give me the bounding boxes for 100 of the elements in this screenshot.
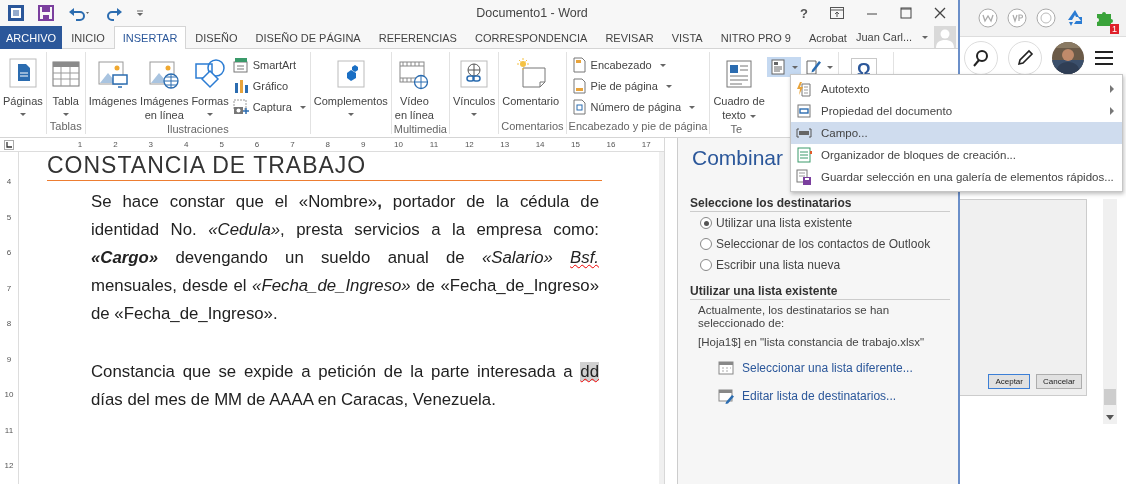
group-label: Comentarios <box>501 120 564 134</box>
video-icon <box>398 58 431 90</box>
ruler-number: 14 <box>534 140 546 149</box>
maximize-icon[interactable] <box>900 7 912 19</box>
ribbon-button[interactable]: SmartArt <box>230 56 308 74</box>
dialog-button[interactable]: Aceptar <box>988 374 1030 389</box>
ribbon-tab[interactable]: DISEÑO DE PÁGINA <box>246 26 370 49</box>
ribbon-button[interactable]: Imágenes en línea <box>139 55 190 123</box>
field-document-icon <box>796 103 812 119</box>
link[interactable]: Editar lista de destinatarios... <box>742 389 897 403</box>
document-paragraph: Constancia que se expide a petición de la parte interesada a dd días del mes de MM de AAAA en Caracas, Venezuela. <box>91 361 599 411</box>
group-label: Multimedia <box>393 123 447 135</box>
ribbon-tab[interactable]: REFERENCIAS <box>369 26 466 49</box>
scrollbar-thumb[interactable] <box>1104 389 1116 405</box>
field-icon <box>796 125 812 141</box>
ruler-number: 7 <box>5 282 13 295</box>
document-heading: CONSTANCIA DE TRABAJO <box>47 153 602 181</box>
footer-icon <box>570 78 587 94</box>
page-icon <box>6 58 39 90</box>
ruler-number: 9 <box>5 353 13 366</box>
ribbon-button[interactable]: Gráfico <box>230 77 308 95</box>
ruler-number: 11 <box>3 424 15 437</box>
group-label: Encabezado y pie de página <box>568 120 708 134</box>
pencil-icon <box>1016 49 1034 67</box>
ribbon-button[interactable]: Cuadro de texto <box>712 55 766 123</box>
account-name[interactable]: Juan Carl... <box>855 31 913 43</box>
ruler-number: 12 <box>3 460 15 473</box>
ruler-number: 8 <box>5 318 13 331</box>
ribbon-button[interactable]: Páginas <box>2 55 44 117</box>
customize-icon[interactable] <box>136 9 144 17</box>
menu-item[interactable]: Organizador de bloques de creación... <box>791 144 1122 166</box>
menu-item[interactable]: Guardar selección en una galería de elementos rápidos... <box>791 166 1122 188</box>
close-icon[interactable] <box>934 7 946 19</box>
ruler-number: 6 <box>253 140 261 149</box>
undo-icon[interactable] <box>68 5 92 21</box>
ruler-number: 1 <box>76 140 84 149</box>
radio-button[interactable] <box>700 217 712 229</box>
ruler-number: 8 <box>324 140 331 149</box>
edit-button[interactable] <box>1008 41 1042 75</box>
list-edit-icon[interactable] <box>718 388 734 404</box>
pane-title: Combinar <box>692 146 785 170</box>
radio-label[interactable]: Seleccionar de los contactos de Outlook <box>716 237 931 251</box>
file-tab[interactable]: ARCHIVO <box>0 26 63 49</box>
radio-label[interactable]: Escribir una lista nueva <box>716 258 841 272</box>
note-icon <box>514 58 547 90</box>
radio-button[interactable] <box>700 259 712 271</box>
caret-icon <box>922 35 929 39</box>
header-icon <box>570 57 587 73</box>
ribbon-tab[interactable]: Acrobat <box>800 26 856 49</box>
ribbon-button[interactable]: Captura <box>230 98 308 116</box>
tab-stop-icon[interactable] <box>4 139 15 150</box>
word-logo-icon[interactable] <box>8 5 24 21</box>
menu-icon[interactable] <box>1094 50 1114 66</box>
picture-icon <box>96 58 129 90</box>
calendar-grid-icon[interactable] <box>718 360 734 376</box>
ribbon-tab[interactable]: VISTA <box>662 26 712 49</box>
source-text: [Hoja1$] en "lista constancia de trabajo.xlsx" <box>698 336 926 348</box>
ribbon-button[interactable]: Imágenes <box>87 55 139 109</box>
ribbon-display-icon[interactable] <box>830 7 844 19</box>
recycle-icon[interactable] <box>1065 8 1085 28</box>
ribbon-button[interactable]: Vínculos <box>452 55 497 117</box>
save-icon[interactable] <box>38 5 54 21</box>
ribbon-tab[interactable]: CORRESPONDENCIA <box>465 26 597 49</box>
scrollbar[interactable] <box>1103 199 1117 424</box>
dialog-button[interactable]: Cancelar <box>1036 374 1082 389</box>
link[interactable]: Seleccionar una lista diferente... <box>742 361 913 375</box>
ruler-number: 12 <box>463 140 475 149</box>
ribbon-button[interactable]: Vídeo en línea <box>393 55 435 123</box>
ribbon-button[interactable]: Tabla <box>48 55 83 117</box>
page-number-icon <box>570 99 587 115</box>
ribbon-tab[interactable]: NITRO PRO 9 <box>711 26 800 49</box>
ribbon-tab[interactable]: REVISAR <box>596 26 663 49</box>
ribbon-button[interactable]: Complementos <box>312 55 389 117</box>
description-text: Actualmente, los destinatarios se han seleccionado de: <box>698 304 891 330</box>
ribbon-button[interactable]: Pie de página <box>568 77 698 95</box>
window-title: Documento1 - Word <box>475 6 589 20</box>
search-icon <box>972 49 990 67</box>
menu-item[interactable]: Campo... <box>791 122 1122 144</box>
ruler-number: 7 <box>289 140 296 149</box>
ruler-number: 13 <box>499 140 511 149</box>
redo-icon[interactable] <box>106 5 122 21</box>
ribbon-button[interactable]: Comentario <box>501 55 561 109</box>
menu-item[interactable]: Propiedad del documento <box>791 100 1122 122</box>
shapes-icon <box>194 58 227 90</box>
list-icon <box>796 147 812 163</box>
ribbon-button[interactable]: Encabezado <box>568 56 698 74</box>
radio-button[interactable] <box>700 238 712 250</box>
ruler-number: 10 <box>393 140 404 149</box>
ruler-number: 11 <box>428 140 440 149</box>
help-button[interactable]: ? <box>800 5 808 21</box>
ribbon-tab[interactable]: INSERTAR <box>113 26 187 49</box>
radio-label[interactable]: Utilizar una lista existente <box>716 216 853 230</box>
ribbon-tab[interactable]: INICIO <box>62 26 114 49</box>
search-button[interactable] <box>964 41 998 75</box>
ruler-number: 15 <box>570 140 581 149</box>
ribbon-button[interactable] <box>766 57 801 77</box>
scroll-down-icon[interactable] <box>1106 415 1114 420</box>
ribbon-tab[interactable]: DISEÑO <box>186 26 247 49</box>
ribbon-button[interactable]: Número de página <box>568 98 698 116</box>
ribbon-button[interactable]: Formas <box>190 55 230 117</box>
